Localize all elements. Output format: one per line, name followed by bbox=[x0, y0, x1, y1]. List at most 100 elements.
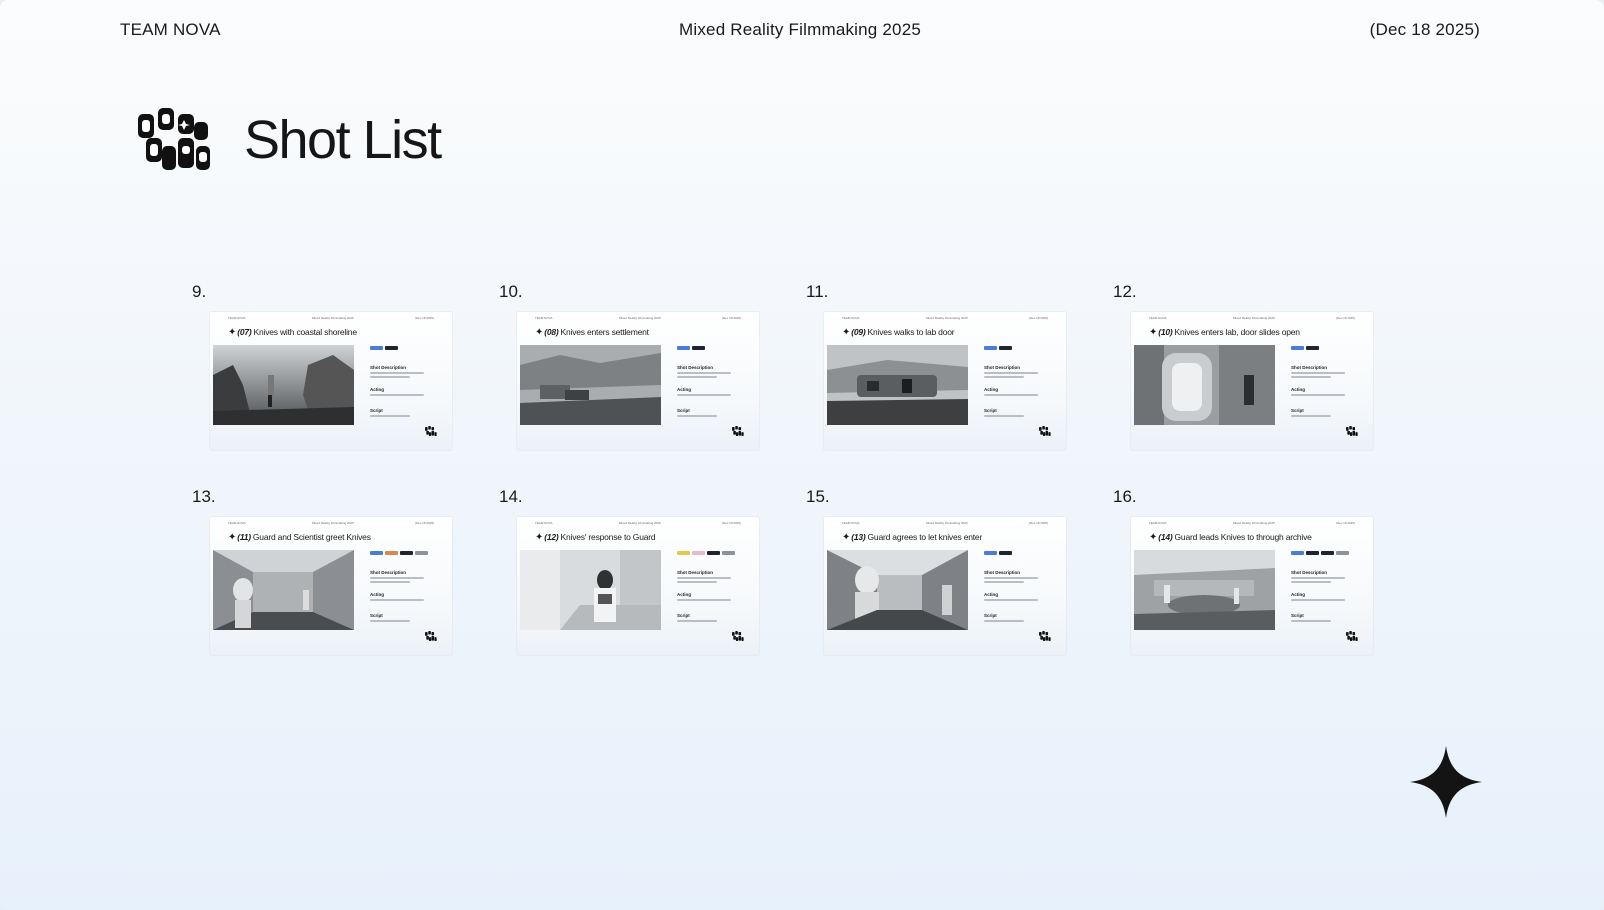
shot-tags bbox=[1291, 346, 1365, 364]
team-logo-icon bbox=[732, 631, 744, 641]
tag-chip bbox=[1306, 346, 1319, 350]
shot-description: Shot Description bbox=[677, 570, 749, 583]
shot-description-text bbox=[677, 581, 717, 583]
shot-thumbnail[interactable]: TEAM NOVA Mixed Reality Filmmaking 2025 … bbox=[1131, 517, 1373, 655]
shot-script-label: Script bbox=[984, 408, 997, 413]
shot-photo bbox=[520, 345, 661, 425]
shot-item-1[interactable]: 9. TEAM NOVA Mixed Reality Filmmaking 20… bbox=[190, 282, 452, 462]
shot-description-label: Shot Description bbox=[677, 570, 714, 575]
shot-script: Script bbox=[984, 408, 1056, 417]
shot-thumbnail[interactable]: TEAM NOVA Mixed Reality Filmmaking 2025 … bbox=[824, 312, 1066, 450]
shot-script-label: Script bbox=[370, 613, 383, 618]
shot-number: 10. bbox=[499, 282, 523, 301]
shot-code: (08) bbox=[544, 327, 559, 337]
shot-description-text bbox=[677, 376, 717, 378]
thumb-team: TEAM NOVA bbox=[228, 316, 246, 320]
shot-number: 11. bbox=[806, 282, 829, 301]
shot-photo bbox=[520, 550, 661, 630]
shot-thumbnail[interactable]: TEAM NOVA Mixed Reality Filmmaking 2025 … bbox=[1131, 312, 1373, 450]
shot-code: (12) bbox=[544, 532, 559, 542]
shot-photo bbox=[213, 345, 354, 425]
shot-item-2[interactable]: 10. TEAM NOVA Mixed Reality Filmmaking 2… bbox=[497, 282, 759, 462]
shot-acting: Acting bbox=[1291, 592, 1363, 601]
shot-thumbnail[interactable]: TEAM NOVA Mixed Reality Filmmaking 2025 … bbox=[210, 312, 452, 450]
shot-tags bbox=[677, 346, 751, 364]
shot-item-4[interactable]: 12. TEAM NOVA Mixed Reality Filmmaking 2… bbox=[1111, 282, 1373, 462]
tag-chip bbox=[677, 551, 690, 555]
shot-title: ✦(08) Knives enters settlement bbox=[535, 327, 649, 338]
thumb-date: (Dec 18 2025) bbox=[1335, 521, 1355, 525]
thumb-project: Mixed Reality Filmmaking 2025 bbox=[619, 521, 661, 525]
team-logo-icon bbox=[425, 426, 437, 436]
shot-photo bbox=[827, 345, 968, 425]
thumb-date: (Dec 18 2025) bbox=[721, 521, 741, 525]
shot-item-7[interactable]: 15. TEAM NOVA Mixed Reality Filmmaking 2… bbox=[804, 487, 1066, 667]
shot-script-text bbox=[370, 620, 410, 622]
shot-code: (13) bbox=[851, 532, 866, 542]
shot-description-text bbox=[984, 372, 1038, 374]
thumb-project: Mixed Reality Filmmaking 2025 bbox=[926, 316, 968, 320]
scene-image bbox=[213, 550, 354, 630]
tag-chip bbox=[415, 551, 428, 555]
shot-thumbnail[interactable]: TEAM NOVA Mixed Reality Filmmaking 2025 … bbox=[517, 517, 759, 655]
four-point-star-icon bbox=[1410, 746, 1482, 818]
tag-chip bbox=[984, 346, 997, 350]
shot-item-6[interactable]: 14. TEAM NOVA Mixed Reality Filmmaking 2… bbox=[497, 487, 759, 667]
tag-chip bbox=[692, 346, 705, 350]
shot-item-3[interactable]: 11. TEAM NOVA Mixed Reality Filmmaking 2… bbox=[804, 282, 1066, 462]
shot-acting-label: Acting bbox=[677, 592, 691, 597]
sparkle-icon: ✦ bbox=[842, 532, 851, 543]
shot-script: Script bbox=[370, 408, 442, 417]
shot-acting: Acting bbox=[984, 592, 1056, 601]
scene-image bbox=[520, 550, 661, 630]
shot-acting-label: Acting bbox=[677, 387, 691, 392]
thumb-team: TEAM NOVA bbox=[228, 521, 246, 525]
shot-title-text: Guard and Scientist greet Knives bbox=[252, 532, 371, 542]
thumb-date: (Dec 18 2025) bbox=[1028, 316, 1048, 320]
team-logo-icon bbox=[138, 108, 210, 170]
page-header: TEAM NOVA Mixed Reality Filmmaking 2025 … bbox=[120, 20, 1480, 44]
thumb-date: (Dec 18 2025) bbox=[721, 316, 741, 320]
shot-number: 14. bbox=[499, 487, 523, 506]
shot-script: Script bbox=[1291, 408, 1363, 417]
tag-chip bbox=[1291, 346, 1304, 350]
shot-description-label: Shot Description bbox=[370, 365, 407, 370]
thumb-team: TEAM NOVA bbox=[535, 316, 553, 320]
shot-code: (14) bbox=[1158, 532, 1173, 542]
shot-script-text bbox=[370, 415, 410, 417]
shot-item-8[interactable]: 16. TEAM NOVA Mixed Reality Filmmaking 2… bbox=[1111, 487, 1373, 667]
shot-script: Script bbox=[677, 613, 749, 622]
tag-chip bbox=[400, 551, 413, 555]
page-title: Shot List bbox=[244, 110, 442, 170]
sparkle-icon: ✦ bbox=[228, 327, 237, 338]
shot-description-text bbox=[984, 376, 1024, 378]
shot-photo bbox=[213, 550, 354, 630]
shot-acting-text bbox=[1291, 394, 1345, 396]
tag-chip bbox=[677, 346, 690, 350]
shot-title-text: Knives' response to Guard bbox=[560, 532, 656, 542]
tag-chip bbox=[999, 346, 1012, 350]
thumb-date: (Dec 18 2025) bbox=[414, 521, 434, 525]
shot-thumbnail[interactable]: TEAM NOVA Mixed Reality Filmmaking 2025 … bbox=[824, 517, 1066, 655]
shot-thumbnail[interactable]: TEAM NOVA Mixed Reality Filmmaking 2025 … bbox=[517, 312, 759, 450]
team-logo-icon bbox=[1039, 426, 1051, 436]
shot-description: Shot Description bbox=[370, 570, 442, 583]
shot-description-text bbox=[984, 581, 1024, 583]
thumb-date: (Dec 18 2025) bbox=[414, 316, 434, 320]
sparkle-icon: ✦ bbox=[228, 532, 237, 543]
shot-number: 9. bbox=[192, 282, 207, 301]
shot-description-label: Shot Description bbox=[1291, 365, 1328, 370]
sparkle-icon: ✦ bbox=[535, 532, 544, 543]
shot-item-5[interactable]: 13. TEAM NOVA Mixed Reality Filmmaking 2… bbox=[190, 487, 452, 667]
shot-acting-text bbox=[370, 394, 424, 396]
shot-thumbnail[interactable]: TEAM NOVA Mixed Reality Filmmaking 2025 … bbox=[210, 517, 452, 655]
thumb-date: (Dec 18 2025) bbox=[1028, 521, 1048, 525]
shot-title: ✦(12) Knives' response to Guard bbox=[535, 532, 656, 543]
shot-acting-label: Acting bbox=[1291, 592, 1305, 597]
shot-acting-label: Acting bbox=[370, 387, 384, 392]
shot-description-label: Shot Description bbox=[1291, 570, 1328, 575]
sparkle-icon: ✦ bbox=[1149, 532, 1158, 543]
shot-tags bbox=[1291, 551, 1365, 569]
shot-script-label: Script bbox=[677, 408, 690, 413]
shot-acting: Acting bbox=[1291, 387, 1363, 396]
